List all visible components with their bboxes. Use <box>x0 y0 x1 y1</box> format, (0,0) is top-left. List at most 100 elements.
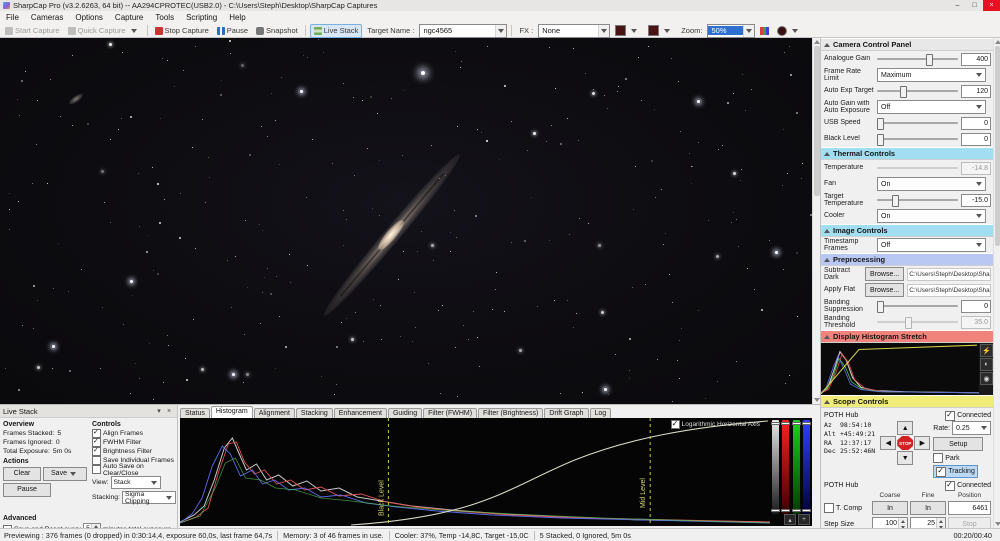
target-temperature-slider[interactable] <box>877 195 958 205</box>
timestamp-frames-select[interactable]: Off <box>877 238 986 252</box>
close-icon[interactable]: × <box>164 408 174 415</box>
maximize-button[interactable]: □ <box>966 0 983 11</box>
scope-controls-header[interactable]: Scope Controls <box>821 395 994 408</box>
cooler-select[interactable]: On <box>877 209 986 223</box>
view-select[interactable]: Stack <box>111 476 161 489</box>
red-slider[interactable] <box>782 420 789 514</box>
colour-swatch-button-2[interactable] <box>645 25 676 37</box>
scroll-up-icon[interactable] <box>995 40 1000 44</box>
save-button[interactable]: Save <box>43 467 87 481</box>
camera-preview-image[interactable] <box>0 38 812 404</box>
black-level-slider[interactable] <box>877 134 958 144</box>
align-frames-checkbox[interactable]: Align Frames <box>92 429 176 438</box>
slew-left-button[interactable]: ◀ <box>880 436 896 450</box>
display-histogram-stretch[interactable]: ⚡ ◐ ◉ <box>821 343 994 395</box>
menu-file[interactable]: File <box>0 13 25 22</box>
slew-down-button[interactable]: ▼ <box>897 451 913 465</box>
tab-enhancement[interactable]: Enhancement <box>334 408 387 418</box>
menu-options[interactable]: Options <box>69 13 109 22</box>
reset-stretch-button[interactable]: ◐ <box>980 358 993 371</box>
close-button[interactable]: × <box>983 0 1000 11</box>
banding-suppression-value[interactable]: 0 <box>961 300 991 313</box>
subtract-dark-browse-button[interactable]: Browse... <box>865 267 904 281</box>
slew-up-button[interactable]: ▲ <box>897 421 913 435</box>
menu-capture[interactable]: Capture <box>109 13 149 22</box>
stacking-select[interactable]: Sigma Clipping <box>122 491 176 504</box>
tab-guiding[interactable]: Guiding <box>388 408 422 418</box>
luminance-slider[interactable] <box>772 420 779 514</box>
park-checkbox[interactable]: Park <box>933 453 991 463</box>
slew-right-button[interactable]: ▶ <box>914 436 930 450</box>
stop-capture-button[interactable]: Stop Capture <box>152 25 212 37</box>
green-slider[interactable] <box>793 420 800 514</box>
scroll-down-icon[interactable] <box>995 522 1000 526</box>
chevron-down-icon[interactable] <box>743 25 754 37</box>
eye-button[interactable]: ◉ <box>980 372 993 385</box>
tracking-checkbox[interactable]: Tracking <box>933 465 978 478</box>
tab-histogram[interactable]: Histogram <box>211 406 253 418</box>
menu-tools[interactable]: Tools <box>149 13 180 22</box>
tab-stacking[interactable]: Stacking <box>296 408 333 418</box>
start-capture-button[interactable]: Start Capture <box>2 25 63 37</box>
log-axis-checkbox[interactable]: Logarithmic Horizontal Axis <box>671 420 760 429</box>
frame-rate-select[interactable]: Maximum <box>877 68 986 82</box>
menu-help[interactable]: Help <box>223 13 251 22</box>
banding-suppression-slider[interactable] <box>877 301 958 311</box>
tab-log[interactable]: Log <box>590 408 612 418</box>
tab-drift-graph[interactable]: Drift Graph <box>544 408 588 418</box>
preprocessing-header[interactable]: Preprocessing <box>821 253 994 266</box>
target-temperature-value[interactable]: -15.0 <box>961 194 991 207</box>
usb-speed-value[interactable]: 0 <box>961 117 991 130</box>
pause-button[interactable]: Pause <box>214 25 251 37</box>
scope-connected-checkbox[interactable]: Connected <box>945 411 991 421</box>
image-controls-header[interactable]: Image Controls <box>821 224 994 237</box>
chevron-down-icon[interactable] <box>598 25 609 37</box>
zoom-select[interactable]: 50% <box>707 24 755 38</box>
usb-speed-slider[interactable] <box>877 118 958 128</box>
histogram-toggle-button[interactable] <box>757 25 772 37</box>
tab-alignment[interactable]: Alignment <box>254 408 295 418</box>
slew-stop-button[interactable]: STOP <box>897 436 913 450</box>
clear-button[interactable]: Clear <box>3 467 41 481</box>
fx-select[interactable]: None <box>538 24 610 38</box>
spinner-icons[interactable] <box>936 518 945 528</box>
panel-scrollbar[interactable] <box>993 38 1000 528</box>
display-histogram-stretch-header[interactable]: Display Histogram Stretch <box>821 330 994 343</box>
snapshot-button[interactable]: Snapshot <box>253 25 301 37</box>
chevron-down-icon[interactable] <box>495 25 506 37</box>
quick-capture-button[interactable]: Quick Capture <box>65 25 143 37</box>
fine-step-input[interactable]: 25 <box>910 517 946 528</box>
focuser-connected-checkbox[interactable]: Connected <box>945 481 991 491</box>
analogue-gain-value[interactable]: 400 <box>961 53 991 66</box>
coarse-step-input[interactable]: 100 <box>872 517 908 528</box>
blue-slider[interactable] <box>803 420 810 514</box>
rate-select[interactable]: 0.25 <box>952 421 991 435</box>
camera-control-panel-header[interactable]: Camera Control Panel <box>821 38 994 51</box>
thermal-controls-header[interactable]: Thermal Controls <box>821 147 994 160</box>
fwhm-filter-checkbox[interactable]: FWHM Filter <box>92 438 176 447</box>
target-name-input[interactable]: ngc4565 <box>419 24 507 38</box>
minimize-button[interactable]: – <box>949 0 966 11</box>
brightness-filter-checkbox[interactable]: Brightness Filter <box>92 447 176 456</box>
scope-setup-button[interactable]: Setup <box>933 437 983 451</box>
apply-flat-browse-button[interactable]: Browse... <box>865 283 904 297</box>
tab-filter-brightness[interactable]: Filter (Brightness) <box>478 408 543 418</box>
colour-swatch-button-1[interactable] <box>612 25 643 37</box>
auto-save-checkbox[interactable]: Auto Save on Clear/Close <box>92 465 176 474</box>
add-button[interactable]: + <box>798 514 810 525</box>
tab-filter-fwhm[interactable]: Filter (FWHM) <box>423 408 477 418</box>
pin-icon[interactable]: ▾ <box>154 407 164 415</box>
tab-status[interactable]: Status <box>180 408 210 418</box>
fan-select[interactable]: On <box>877 177 986 191</box>
t-comp-checkbox[interactable]: T. Comp <box>824 503 870 513</box>
focus-in-coarse-button[interactable]: In <box>872 501 908 515</box>
menu-cameras[interactable]: Cameras <box>25 13 69 22</box>
auto-gain-select[interactable]: Off <box>877 100 986 114</box>
menu-scripting[interactable]: Scripting <box>180 13 223 22</box>
reticle-button[interactable] <box>774 25 804 37</box>
auto-exp-target-slider[interactable] <box>877 86 958 96</box>
black-level-value[interactable]: 0 <box>961 133 991 146</box>
spinner-icons[interactable] <box>898 518 907 528</box>
analogue-gain-slider[interactable] <box>877 54 958 64</box>
auto-exp-target-value[interactable]: 120 <box>961 85 991 98</box>
